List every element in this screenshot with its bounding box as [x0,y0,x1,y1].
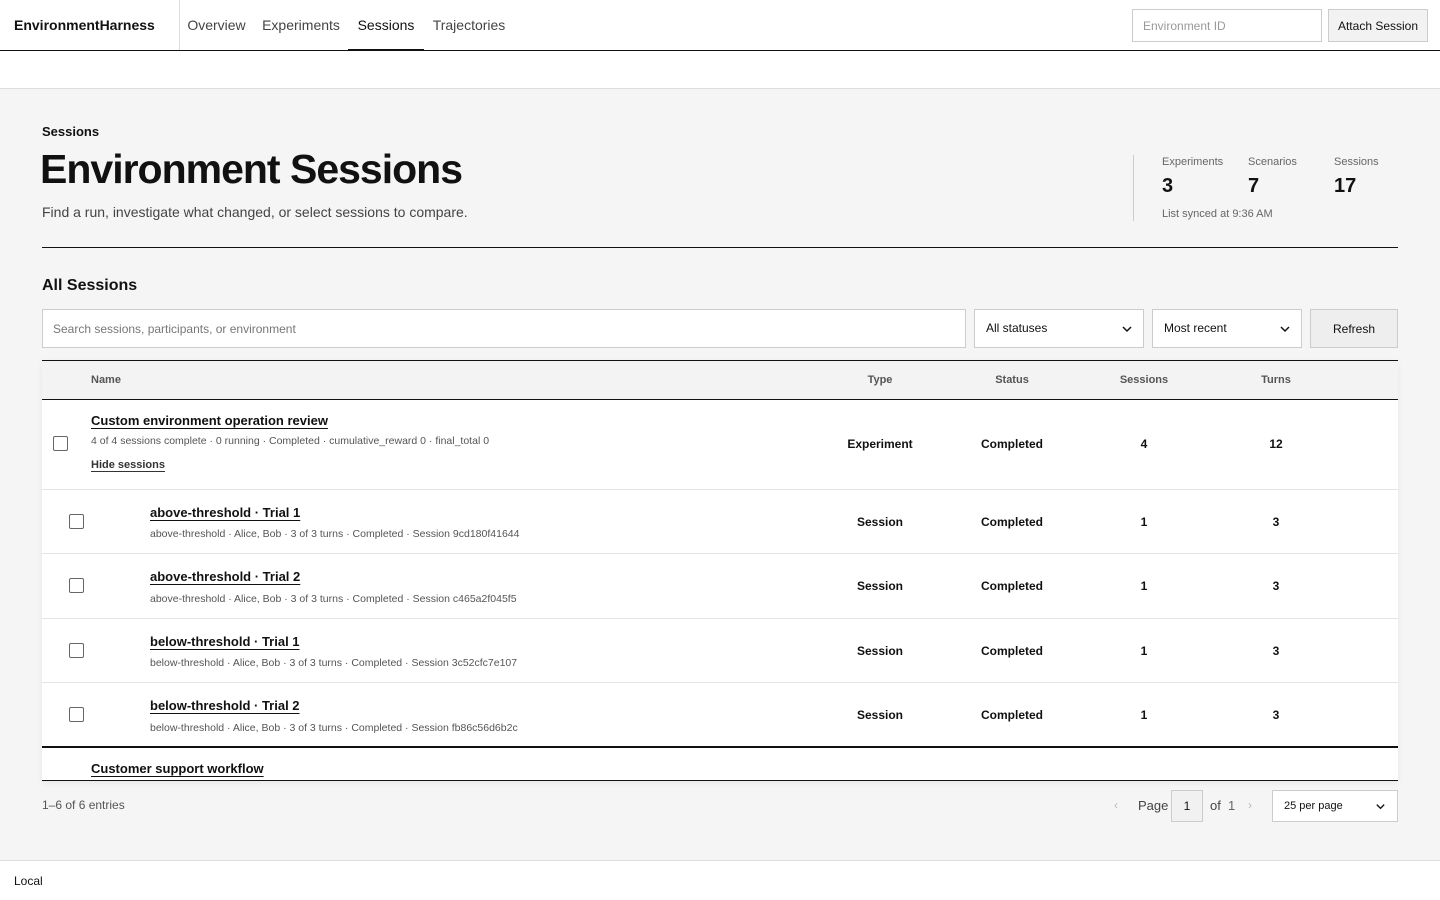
session-type: Session [856,579,904,593]
sessions-table: Name Type Status Sessions Turns Custom e… [42,360,1398,781]
tab-trajectories[interactable]: Trajectories [424,0,514,50]
table-row[interactable]: below-threshold · Trial 1 below-threshol… [42,619,1398,683]
column-sessions[interactable]: Sessions [1094,361,1194,399]
table-row[interactable]: above-threshold · Trial 2 above-threshol… [42,554,1398,619]
stat-experiments-label: Experiments [1162,156,1224,168]
session-turns: 3 [1272,708,1280,722]
session-type: Session [856,708,904,722]
column-type[interactable]: Type [830,361,930,399]
status-filter-select[interactable]: All statuses [974,309,1144,348]
group-status: Completed [980,437,1043,451]
session-title-link[interactable]: below-threshold · Trial 1 [150,634,300,649]
row-checkbox[interactable] [69,578,84,593]
session-status: Completed [980,708,1043,722]
sync-status: List synced at 9:36 AM [1162,208,1273,220]
hide-sessions-toggle[interactable]: Hide sessions [91,459,165,471]
search-input[interactable] [42,309,966,348]
session-title-link[interactable]: above-threshold · Trial 2 [150,569,300,584]
table-header: Name Type Status Sessions Turns [42,361,1398,400]
session-meta: above-threshold · Alice, Bob · 3 of 3 tu… [150,528,520,540]
stat-scenarios-label: Scenarios [1248,156,1297,168]
row-checkbox[interactable] [53,436,68,451]
stats-divider [1133,155,1134,221]
of-label: of [1210,798,1221,813]
environment-label: Local [14,874,43,888]
chevron-down-icon [1122,326,1132,333]
stat-sessions-value: 17 [1334,175,1357,197]
table-row-group[interactable]: Custom environment operation review 4 of… [42,401,1398,490]
entries-count: 1–6 of 6 entries [42,798,125,812]
stat-sessions-label: Sessions [1334,156,1379,168]
table-row-group[interactable]: Customer support workflow [42,749,1398,780]
footer-bar: Local [0,860,1440,900]
column-name[interactable]: Name [91,361,121,399]
session-sessions: 1 [1140,708,1148,722]
chevron-down-icon [1376,804,1385,810]
page-eyebrow: Sessions [42,124,100,139]
group-turns: 12 [1269,437,1283,451]
session-status: Completed [980,644,1043,658]
session-meta: below-threshold · Alice, Bob · 3 of 3 tu… [150,722,518,734]
column-turns[interactable]: Turns [1226,361,1326,399]
session-type: Session [856,515,904,529]
tab-sessions[interactable]: Sessions [348,0,424,51]
tab-experiments[interactable]: Experiments [254,0,348,50]
sort-select[interactable]: Most recent [1152,309,1302,348]
session-status: Completed [980,579,1043,593]
row-checkbox[interactable] [69,643,84,658]
environment-id-input[interactable] [1132,9,1322,42]
group-meta: 4 of 4 sessions complete · 0 running · C… [91,435,490,447]
page-title: Environment Sessions [40,146,463,192]
per-page-value: 25 per page [1284,800,1343,812]
secondary-toolbar [0,51,1440,89]
tab-overview[interactable]: Overview [180,0,253,50]
section-title: All Sessions [42,277,138,294]
session-meta: below-threshold · Alice, Bob · 3 of 3 tu… [150,657,518,669]
session-title-link[interactable]: below-threshold · Trial 2 [150,698,300,713]
page-label: Page [1138,798,1169,813]
group-title-link[interactable]: Customer support workflow [91,761,264,776]
chevron-down-icon [1280,326,1290,333]
session-turns: 3 [1272,515,1280,529]
session-turns: 3 [1272,579,1280,593]
top-navigation-bar: EnvironmentHarness Overview Experiments … [0,0,1440,51]
total-pages: 1 [1228,798,1236,813]
row-checkbox[interactable] [69,707,84,722]
table-row[interactable]: above-threshold · Trial 1 above-threshol… [42,490,1398,554]
status-filter-value: All statuses [986,321,1048,335]
attach-session-button[interactable]: Attach Session [1328,9,1428,42]
session-title-link[interactable]: above-threshold · Trial 1 [150,505,300,520]
brand-logo[interactable]: EnvironmentHarness [14,0,155,50]
session-sessions: 1 [1140,579,1148,593]
per-page-select[interactable]: 25 per page [1272,790,1398,822]
previous-page-icon[interactable]: ‹ [1114,798,1118,812]
session-type: Session [856,644,904,658]
sort-value: Most recent [1164,321,1227,335]
section-divider [42,247,1398,248]
session-status: Completed [980,515,1043,529]
row-checkbox[interactable] [69,514,84,529]
stat-scenarios-value: 7 [1248,175,1260,197]
group-title-link[interactable]: Custom environment operation review [91,413,328,428]
refresh-button[interactable]: Refresh [1310,309,1398,348]
session-meta: above-threshold · Alice, Bob · 3 of 3 tu… [150,593,517,605]
page-subtitle: Find a run, investigate what changed, or… [42,204,468,220]
group-type: Experiment [847,437,913,451]
group-sessions: 4 [1140,437,1148,451]
stat-experiments-value: 3 [1162,175,1174,197]
session-sessions: 1 [1140,515,1148,529]
page-number-input[interactable]: 1 [1171,790,1203,822]
column-status[interactable]: Status [962,361,1062,399]
session-sessions: 1 [1140,644,1148,658]
session-turns: 3 [1272,644,1280,658]
table-row[interactable]: below-threshold · Trial 2 below-threshol… [42,683,1398,748]
next-page-icon[interactable]: › [1248,798,1252,812]
